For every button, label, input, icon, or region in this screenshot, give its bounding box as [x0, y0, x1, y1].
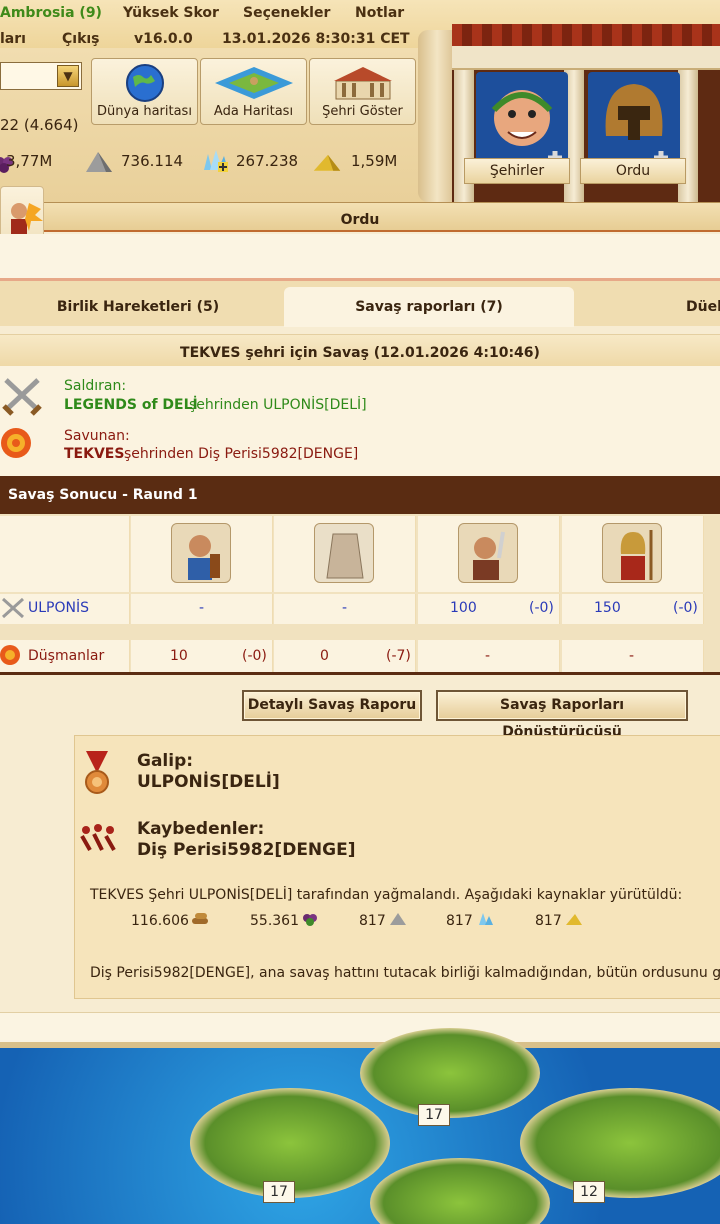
tab-combat-reports[interactable]: Savaş raporları (7)	[284, 287, 574, 327]
island-map-button[interactable]: Ada Haritası	[200, 58, 307, 125]
marble-icon	[390, 913, 406, 925]
detailed-report-button[interactable]: Detaylı Savaş Raporu	[242, 690, 422, 721]
cell-value: 0	[320, 648, 329, 664]
cell-value: -	[629, 648, 635, 664]
version-text: v16.0.0	[134, 31, 193, 47]
island-level-label: 17	[418, 1104, 450, 1126]
army-panel-body	[0, 234, 720, 278]
sulfur-icon	[313, 154, 341, 171]
world-map-view[interactable]: 17 17 12	[0, 1028, 720, 1224]
shield-icon	[1, 428, 31, 458]
show-city-label: Şehri Göster	[322, 104, 403, 119]
attacker-town[interactable]: LEGENDS of DELİ	[64, 397, 198, 413]
crossed-swords-icon	[2, 378, 42, 416]
island-map-label: Ada Haritası	[213, 104, 294, 119]
cell-value: 150	[594, 600, 621, 616]
defender-row-name: Düşmanlar	[28, 648, 105, 664]
round-title: Savaş Sonucu - Raund 1	[0, 476, 720, 514]
cell-value: 100	[450, 600, 477, 616]
chevron-down-icon[interactable]: ▼	[57, 65, 79, 87]
ambrosia-link[interactable]: Ambrosia (9)	[0, 5, 102, 21]
island[interactable]	[360, 1028, 540, 1118]
shield-icon	[0, 645, 20, 665]
wine-icon	[303, 914, 317, 926]
world-map-button[interactable]: Dünya haritası	[91, 58, 198, 125]
server-datetime: 13.01.2026 8:30:31 CET	[222, 31, 410, 47]
resource-marble-value: 736.114	[121, 152, 184, 170]
city-icon	[334, 67, 392, 100]
crossed-swords-icon	[1, 597, 25, 619]
island[interactable]	[370, 1158, 550, 1224]
loot-wine-value: 55.361	[250, 913, 299, 929]
resource-wine-value: 3,77M	[6, 152, 53, 170]
footer-text: Diş Perisi5982[DENGE], ana savaş hattını…	[90, 965, 720, 981]
loot-marble-value: 817	[359, 913, 386, 929]
marble-icon	[86, 152, 112, 172]
show-city-button[interactable]: Şehri Göster	[309, 58, 416, 125]
wood-icon	[192, 913, 208, 924]
tab-duel[interactable]: Düel	[686, 287, 720, 327]
cell-loss: (-7)	[386, 648, 411, 664]
city-points: 22 (4.664)	[0, 116, 79, 134]
citizen-unit-icon[interactable]	[171, 523, 231, 583]
island-level-label: 12	[573, 1181, 605, 1203]
world-map-label: Dünya haritası	[97, 104, 192, 119]
island-icon	[215, 67, 293, 99]
wall-unit-icon[interactable]	[314, 523, 374, 583]
tab-troop-movements[interactable]: Birlik Hareketleri (5)	[0, 287, 276, 327]
defender-town[interactable]: TEKVES	[64, 446, 124, 462]
menu-link-cut[interactable]: ları	[0, 31, 26, 47]
logout-link[interactable]: Çıkış	[62, 31, 100, 47]
losers-name[interactable]: Diş Perisi5982[DENGE]	[137, 840, 356, 860]
options-link[interactable]: Seçenekler	[243, 5, 330, 21]
defeated-troops-icon	[80, 824, 116, 851]
resource-crystal-value: 267.238	[236, 152, 299, 170]
defender-suffix[interactable]: şehrinden Diş Perisi5982[DENGE]	[124, 446, 358, 462]
advisor-label-cities[interactable]: Şehirler	[464, 158, 570, 184]
attacker-suffix[interactable]: şehrinden ULPONİS[DELİ]	[189, 397, 367, 413]
advisor-label-army[interactable]: Ordu	[580, 158, 686, 184]
plunder-text: TEKVES Şehri ULPONİS[DELİ] tarafından ya…	[90, 887, 683, 903]
hoplite-unit-icon[interactable]	[602, 523, 662, 583]
swordsman-unit-icon[interactable]	[458, 523, 518, 583]
losers-label: Kaybedenler:	[137, 819, 265, 839]
globe-icon	[126, 64, 164, 102]
medal-icon	[85, 751, 109, 794]
crystal-icon	[479, 913, 493, 925]
loot-wood-value: 116.606	[131, 913, 189, 929]
sulfur-icon	[566, 914, 582, 925]
cell-value: -	[342, 600, 348, 616]
attacker-row-name[interactable]: ULPONİS	[28, 600, 89, 616]
winner-name[interactable]: ULPONİS[DELİ]	[137, 772, 280, 792]
cell-loss: (-0)	[242, 648, 267, 664]
cell-loss: (-0)	[673, 600, 698, 616]
tab-bar: Birlik Hareketleri (5) Savaş raporları (…	[0, 278, 720, 327]
island-level-label: 17	[263, 1181, 295, 1203]
cell-value: -	[485, 648, 491, 664]
army-panel-title: Ordu	[0, 202, 720, 232]
cell-value: 10	[170, 648, 188, 664]
island[interactable]	[520, 1088, 720, 1198]
city-select[interactable]: ▼	[0, 62, 82, 90]
highscore-link[interactable]: Yüksek Skor	[123, 5, 219, 21]
report-converter-button[interactable]: Savaş Raporları Dönüştürücüsü	[436, 690, 688, 740]
loot-crystal-value: 817	[446, 913, 473, 929]
attacker-role: Saldıran:	[64, 378, 127, 394]
resource-sulfur-value: 1,59M	[351, 152, 398, 170]
cell-value: -	[199, 600, 205, 616]
crystal-icon	[204, 150, 228, 172]
winner-label: Galip:	[137, 751, 194, 771]
report-title: TEKVES şehri için Savaş (12.01.2026 4:10…	[0, 334, 720, 366]
cell-loss: (-0)	[529, 600, 554, 616]
defender-role: Savunan:	[64, 428, 130, 444]
notes-link[interactable]: Notlar	[355, 5, 404, 21]
loot-sulfur-value: 817	[535, 913, 562, 929]
